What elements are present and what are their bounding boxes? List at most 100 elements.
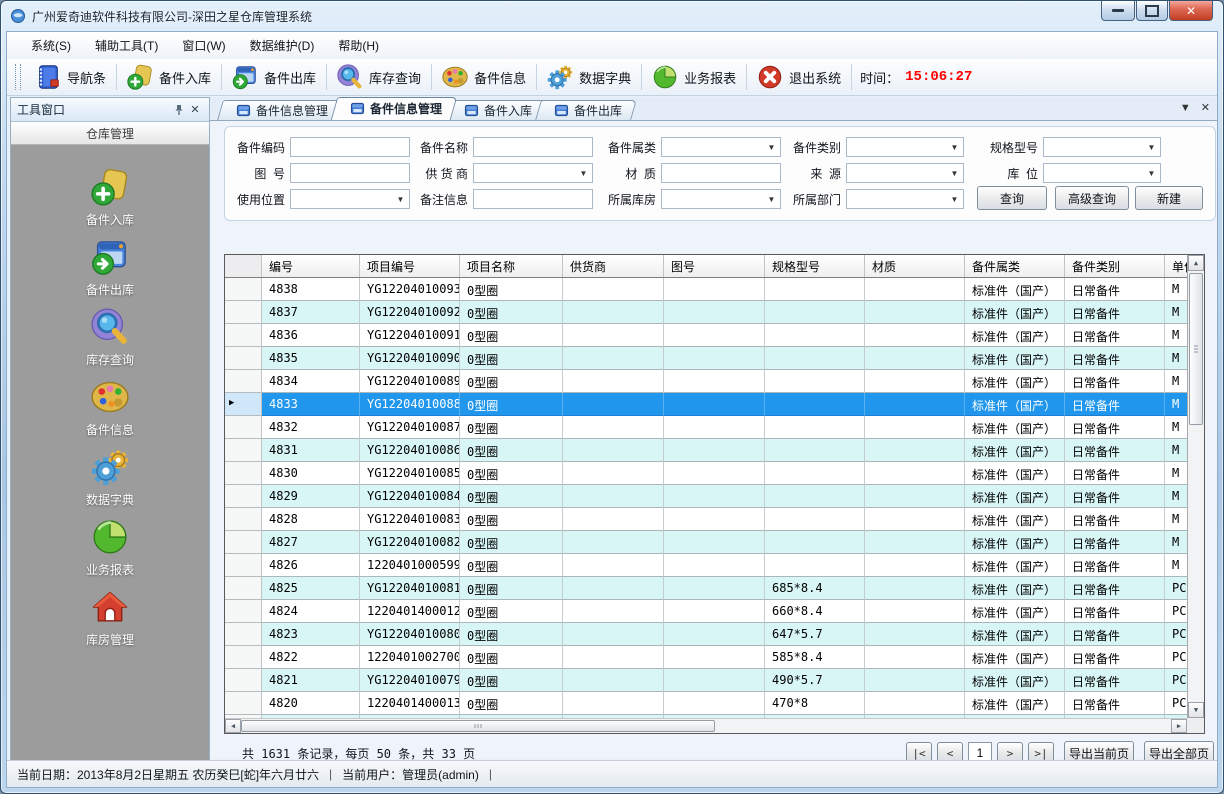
table-row[interactable]: 4836YG122040100910型圈标准件（国产）日常备件M <box>225 324 1205 347</box>
vertical-scrollbar[interactable]: ▲▼ <box>1187 255 1204 718</box>
spec-model-select[interactable]: ▼ <box>1043 137 1161 157</box>
sidebar-item-data-dictionary[interactable]: 数据字典 <box>11 443 209 513</box>
table-row[interactable]: 4827YG122040100820型圈标准件（国产）日常备件M <box>225 531 1205 554</box>
remark-input[interactable] <box>473 189 593 209</box>
close-button[interactable]: ✕ <box>1169 1 1213 21</box>
column-header-6[interactable]: 规格型号 <box>765 255 865 277</box>
row-selector-cell[interactable] <box>225 370 262 393</box>
table-row[interactable]: 4831YG122040100860型圈标准件（国产）日常备件M <box>225 439 1205 462</box>
location-select[interactable]: ▼ <box>1043 163 1161 183</box>
part-class-select[interactable]: ▼ <box>846 137 964 157</box>
supplier-select[interactable]: ▼ <box>473 163 593 183</box>
sidebar-item-business-report[interactable]: 业务报表 <box>11 513 209 583</box>
menu-item-system[interactable]: 系统(S) <box>19 33 83 58</box>
tab-close-icon[interactable]: ✕ <box>1201 101 1210 115</box>
toolbar-button-data-dictionary[interactable]: 数据字典 <box>539 60 639 94</box>
horizontal-scroll-thumb[interactable] <box>241 720 715 732</box>
toolbar-button-business-report[interactable]: 业务报表 <box>644 60 744 94</box>
sidebar-item-warehouse-management[interactable]: 库房管理 <box>11 583 209 653</box>
scroll-right-arrow[interactable]: ▶ <box>1171 719 1187 733</box>
column-header-7[interactable]: 材质 <box>865 255 965 277</box>
toolbar-grip[interactable] <box>15 64 21 90</box>
material-input[interactable] <box>661 163 781 183</box>
row-selector-cell[interactable] <box>225 577 262 600</box>
row-selector-cell[interactable] <box>225 324 262 347</box>
row-selector-cell[interactable] <box>225 646 262 669</box>
part-name-input[interactable] <box>473 137 593 157</box>
column-header-2[interactable]: 项目编号 <box>360 255 460 277</box>
column-header-5[interactable]: 图号 <box>664 255 765 277</box>
table-row[interactable]: 4830YG122040100850型圈标准件（国产）日常备件M <box>225 462 1205 485</box>
table-row[interactable]: 4834YG122040100890型圈标准件（国产）日常备件M <box>225 370 1205 393</box>
row-selector-cell[interactable] <box>225 623 262 646</box>
drawing-no-input[interactable] <box>290 163 410 183</box>
tab-1[interactable]: 备件信息管理 <box>220 100 340 120</box>
column-header-8[interactable]: 备件属类 <box>965 255 1065 277</box>
scroll-up-arrow[interactable]: ▲ <box>1188 255 1204 271</box>
table-row[interactable]: 4835YG122040100900型圈标准件（国产）日常备件M <box>225 347 1205 370</box>
menu-item-window[interactable]: 窗口(W) <box>170 33 237 58</box>
row-selector-cell[interactable] <box>225 508 262 531</box>
table-row[interactable]: 4821YG122040100790型圈490*5.7标准件（国产）日常备件PC <box>225 669 1205 692</box>
row-selector-cell[interactable] <box>225 462 262 485</box>
row-selector-cell[interactable] <box>225 485 262 508</box>
sidebar-item-inventory-query[interactable]: 库存查询 <box>11 303 209 373</box>
row-selector-cell[interactable] <box>225 669 262 692</box>
row-selector-cell[interactable] <box>225 692 262 715</box>
table-row[interactable]: 4825YG122040100810型圈685*8.4标准件（国产）日常备件PC <box>225 577 1205 600</box>
toolbar-button-parts-outbound[interactable]: 备件出库 <box>224 60 324 94</box>
toolbar-button-parts-info[interactable]: 备件信息 <box>434 60 534 94</box>
advanced-query-button[interactable]: 高级查询 <box>1055 186 1129 210</box>
row-selector-cell[interactable]: ▶ <box>225 393 262 416</box>
table-row[interactable]: 4823YG122040100800型圈647*5.7标准件（国产）日常备件PC <box>225 623 1205 646</box>
column-header-1[interactable]: 编号 <box>262 255 360 277</box>
table-row[interactable]: 4838YG122040100930型圈标准件（国产）日常备件M <box>225 278 1205 301</box>
usage-position-select[interactable]: ▼ <box>290 189 410 209</box>
query-button[interactable]: 查询 <box>977 186 1047 210</box>
sidebar-item-parts-info[interactable]: 备件信息 <box>11 373 209 443</box>
menu-item-aux-tools[interactable]: 辅助工具(T) <box>83 33 170 58</box>
part-code-input[interactable] <box>290 137 410 157</box>
table-row[interactable]: 4828YG122040100830型圈标准件（国产）日常备件M <box>225 508 1205 531</box>
row-selector-cell[interactable] <box>225 301 262 324</box>
menu-item-data-maintenance[interactable]: 数据维护(D) <box>238 33 327 58</box>
tab-2-active[interactable]: 备件信息管理 <box>334 97 454 120</box>
horizontal-scrollbar[interactable]: ◀▶ <box>225 718 1187 733</box>
table-row[interactable]: 482612204010005990型圈标准件（国产）日常备件M <box>225 554 1205 577</box>
new-button[interactable]: 新建 <box>1135 186 1203 210</box>
table-row[interactable]: 482212204010027000型圈585*8.4标准件（国产）日常备件PC <box>225 646 1205 669</box>
toolbar-button-exit-system[interactable]: 退出系统 <box>749 60 849 94</box>
row-selector-cell[interactable] <box>225 439 262 462</box>
toolbar-button-parts-inbound[interactable]: 备件入库 <box>119 60 219 94</box>
table-row[interactable]: 4837YG122040100920型圈标准件（国产）日常备件M <box>225 301 1205 324</box>
part-category-select[interactable]: ▼ <box>661 137 781 157</box>
scroll-left-arrow[interactable]: ◀ <box>225 719 241 733</box>
table-row[interactable]: 4832YG122040100870型圈标准件（国产）日常备件M <box>225 416 1205 439</box>
tab-list-dropdown-icon[interactable]: ▼ <box>1180 101 1191 115</box>
source-select[interactable]: ▼ <box>846 163 964 183</box>
row-selector-cell[interactable] <box>225 347 262 370</box>
vertical-scroll-thumb[interactable] <box>1189 273 1203 425</box>
table-row[interactable]: 482412204014000120型圈660*8.4标准件（国产）日常备件PC <box>225 600 1205 623</box>
sidebar-item-parts-outbound[interactable]: 备件出库 <box>11 233 209 303</box>
pin-icon[interactable] <box>171 102 187 118</box>
table-row[interactable]: 482012204014000130型圈470*8标准件（国产）日常备件PC <box>225 692 1205 715</box>
tab-3[interactable]: 备件入库 <box>448 100 544 120</box>
sidebar-item-parts-inbound[interactable]: 备件入库 <box>11 163 209 233</box>
row-selector-cell[interactable] <box>225 531 262 554</box>
row-selector-cell[interactable] <box>225 416 262 439</box>
menu-item-help[interactable]: 帮助(H) <box>326 33 391 58</box>
tab-4[interactable]: 备件出库 <box>538 100 634 120</box>
toolbar-button-inventory-query[interactable]: 库存查询 <box>329 60 429 94</box>
column-header-3[interactable]: 项目名称 <box>460 255 563 277</box>
minimize-button[interactable] <box>1101 1 1135 21</box>
row-selector-cell[interactable] <box>225 278 262 301</box>
row-selector-cell[interactable] <box>225 554 262 577</box>
table-row[interactable]: 4829YG122040100840型圈标准件（国产）日常备件M <box>225 485 1205 508</box>
dock-close-icon[interactable]: ✕ <box>187 102 203 118</box>
row-selector-cell[interactable] <box>225 600 262 623</box>
toolbar-button-navbar[interactable]: 导航条 <box>27 60 114 94</box>
column-header-4[interactable]: 供货商 <box>563 255 664 277</box>
department-select[interactable]: ▼ <box>846 189 964 209</box>
scroll-down-arrow[interactable]: ▼ <box>1188 702 1204 718</box>
